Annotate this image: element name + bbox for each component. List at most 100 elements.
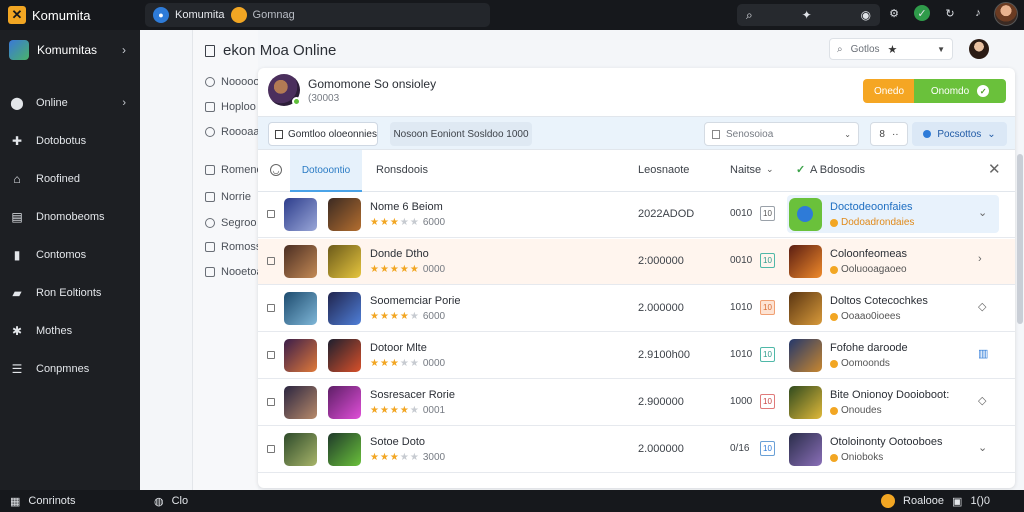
app-title: Komumita xyxy=(32,7,91,23)
main-search[interactable]: ⌕ Gotlos ★ ▼ xyxy=(829,38,953,60)
row-role-name[interactable]: Doltos Cotecochkes xyxy=(830,295,928,307)
card-title: Gomomone So onsioley xyxy=(308,77,437,91)
row-checkbox[interactable] xyxy=(267,257,275,265)
filter-tab[interactable]: Nosoon Eoniont Sosldoo 1000 xyxy=(390,122,532,146)
coin-icon xyxy=(830,265,838,274)
inbox-icon[interactable]: ▣ xyxy=(952,495,962,508)
row-role-name[interactable]: Otoloinonty Ootooboes xyxy=(830,436,943,448)
table-row[interactable]: Donde Dtho ★★★★★ 0000 2:000000 0010 10 Coloonf… xyxy=(258,239,1015,285)
sidebar-item-ron-eoltionts[interactable]: ▰ Ron Eoltionts xyxy=(0,274,140,312)
table-row[interactable]: Sotoe Doto ★★★★★ 3000 2.000000 0/16 10 Otoloin… xyxy=(258,427,1015,473)
circle-icon xyxy=(205,77,215,87)
notification-icon[interactable] xyxy=(881,494,896,508)
row-value: 2.9100h00 xyxy=(638,349,690,361)
tab-komumita[interactable]: Komumita xyxy=(175,9,225,21)
secondary-nav-item[interactable]: Segroo xyxy=(205,217,256,229)
status-badge[interactable]: 10 xyxy=(760,441,775,456)
tab-gomnag[interactable]: Gomnag xyxy=(253,9,295,21)
sync-icon[interactable]: ↻ xyxy=(942,5,958,21)
row-checkbox[interactable] xyxy=(267,351,275,359)
secondary-nav-item[interactable]: Nooetoa xyxy=(205,266,263,278)
secondary-nav-label: Romoss xyxy=(221,241,262,253)
profile-circle-icon[interactable]: ◉ xyxy=(861,8,871,22)
sidebar-item-contomos[interactable]: ▮ Contomos xyxy=(0,236,140,274)
filter-mini-button[interactable]: 8 ·· xyxy=(870,122,908,146)
row-code: 0010 xyxy=(730,208,753,219)
scrollbar[interactable] xyxy=(1017,154,1023,324)
onomdo-button[interactable]: Onomdo ✓ xyxy=(914,79,1006,103)
chevron-down-icon[interactable]: ⌄ xyxy=(978,441,987,454)
pocsottos-button[interactable]: Pocsottos ⌄ xyxy=(912,122,1007,146)
row-name[interactable]: Sosresacer Rorie xyxy=(370,389,455,401)
secondary-nav-item[interactable]: Roooaa xyxy=(205,126,260,138)
app-logo[interactable]: ✕ Komumita xyxy=(0,6,145,24)
row-name[interactable]: Soomemciar Porie xyxy=(370,295,460,307)
row-name[interactable]: Dotoor Mlte xyxy=(370,342,427,354)
main-avatar[interactable] xyxy=(969,39,989,59)
bell-icon[interactable]: ♪ xyxy=(970,5,986,21)
table-row[interactable]: Dotoor Mlte ★★★★★ 0000 2.9100h00 1010 10 Fofoh… xyxy=(258,333,1015,379)
secondary-nav-item[interactable]: Hoploo xyxy=(205,101,256,113)
status-badge[interactable]: 10 xyxy=(760,206,775,221)
row-checkbox[interactable] xyxy=(267,304,275,312)
row-code: 1010 xyxy=(730,302,753,313)
diamond-icon[interactable]: ◇ xyxy=(978,394,986,407)
sidebar-item-mothes[interactable]: ✱ Mothes xyxy=(0,312,140,350)
row-role-name[interactable]: Bite Onionoy Dooioboot: xyxy=(830,389,949,401)
table-row[interactable]: Nome 6 Beiom ★★★★★ 6000 2022ADOD 0010 10 Docto… xyxy=(258,192,1015,238)
rating-count: 6000 xyxy=(422,217,446,228)
featured-badge xyxy=(789,198,822,231)
settings-icon[interactable]: ⚙ xyxy=(886,5,902,21)
chevron-right-icon[interactable]: › xyxy=(978,253,982,265)
column-header-leosnaote[interactable]: Leosnaote xyxy=(638,164,689,176)
table-row[interactable]: Soomemciar Porie ★★★★★ 6000 2.000000 1010 10 D… xyxy=(258,286,1015,332)
workspace-switcher[interactable]: Komumitas › xyxy=(0,30,140,70)
secondary-nav-item[interactable]: Romeno xyxy=(205,164,263,176)
column-header-bdosodis[interactable]: A Bdosodis xyxy=(810,164,865,176)
filter-tab-active[interactable]: Gomtloo oloeonnies xyxy=(268,122,378,146)
sidebar-item-dnomobeoms[interactable]: ▤ Dnomobeoms xyxy=(0,198,140,236)
hero-portrait xyxy=(328,386,361,419)
sidebar-item-conpmnes[interactable]: ☰ Conpmnes xyxy=(0,350,140,388)
close-icon[interactable]: ✕ xyxy=(988,160,1001,178)
row-role-name[interactable]: Coloonfeomeas xyxy=(830,248,907,260)
row-role-name[interactable]: Fofohe daroode xyxy=(830,342,908,354)
bookmark-icon[interactable]: ▥ xyxy=(978,347,988,360)
status-badge[interactable]: 10 xyxy=(760,394,775,409)
table-row[interactable]: Sosresacer Rorie ★★★★★ 0001 2.900000 1000 10 B… xyxy=(258,380,1015,426)
sidebar-item-dotobotus[interactable]: ✚ Dotobotus xyxy=(0,122,140,160)
row-name[interactable]: Nome 6 Beiom xyxy=(370,201,443,213)
pin-icon[interactable]: ✦ xyxy=(802,8,812,22)
filter-select[interactable]: Senosoioa ⌄ xyxy=(704,122,859,146)
top-search[interactable]: ⌕ ✦ ◉ xyxy=(737,4,880,26)
shield-icon[interactable]: ✓ xyxy=(914,5,930,21)
chat-icon[interactable]: ◡ xyxy=(270,164,282,176)
diamond-icon[interactable]: ◇ xyxy=(978,300,986,313)
row-checkbox[interactable] xyxy=(267,210,275,218)
column-header-naitse[interactable]: Naitse xyxy=(730,164,761,176)
row-role-name[interactable]: Doctodeoonfaies xyxy=(830,201,913,213)
row-name[interactable]: Sotoe Doto xyxy=(370,436,425,448)
status-badge[interactable]: 10 xyxy=(760,347,775,362)
row-name[interactable]: Donde Dtho xyxy=(370,248,429,260)
row-checkbox[interactable] xyxy=(267,398,275,406)
secondary-nav-item[interactable]: Romoss xyxy=(205,241,261,253)
chevron-down-icon[interactable]: ⌄ xyxy=(766,164,774,175)
status-badge[interactable]: 10 xyxy=(760,300,775,315)
secondary-nav-item[interactable]: Nooooo xyxy=(205,76,260,88)
row-checkbox[interactable] xyxy=(267,445,275,453)
secondary-nav-item[interactable]: Norrie xyxy=(205,191,251,203)
user-avatar[interactable] xyxy=(994,2,1018,26)
sidebar-item-roofined[interactable]: ⌂ Roofined xyxy=(0,160,140,198)
sidebar-item-online[interactable]: ⬤ Online › xyxy=(0,84,140,122)
column-header-ronsdoois[interactable]: Ronsdoois xyxy=(376,164,428,176)
status-badge[interactable]: 10 xyxy=(760,253,775,268)
chevron-down-icon[interactable]: ⌄ xyxy=(978,206,987,219)
document-icon xyxy=(712,129,720,139)
location-icon: ⬤ xyxy=(10,96,24,110)
star-icon[interactable]: ★ xyxy=(888,43,898,56)
chat-icon[interactable]: ◍ xyxy=(154,495,164,508)
onedo-button[interactable]: Onedo xyxy=(863,79,915,103)
chevron-down-icon[interactable]: ▼ xyxy=(937,45,945,54)
tab-dotooontio[interactable]: Dotooontio xyxy=(290,150,362,192)
